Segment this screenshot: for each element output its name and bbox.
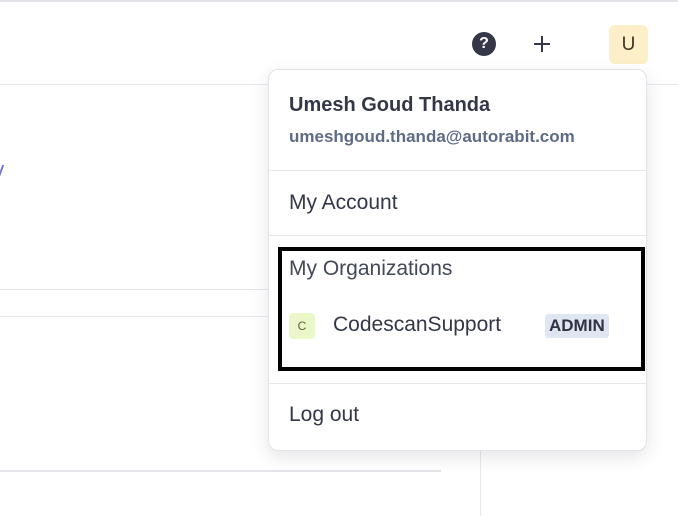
add-button[interactable]	[528, 31, 556, 57]
background-divider	[480, 450, 481, 516]
app-page: ? U Umesh Goud Thanda umeshgoud.thanda@a…	[0, 0, 678, 516]
background-divider	[0, 470, 441, 472]
help-button[interactable]: ?	[472, 32, 496, 56]
organization-avatar: C	[289, 313, 315, 339]
user-avatar-button[interactable]: U	[609, 25, 648, 64]
menu-divider	[269, 383, 646, 384]
user-menu-dropdown: Umesh Goud Thanda umeshgoud.thanda@autor…	[268, 69, 647, 451]
log-out-menu-item[interactable]: Log out	[289, 403, 359, 427]
background-content-mark	[0, 165, 5, 177]
menu-divider	[269, 170, 646, 171]
user-email: umeshgoud.thanda@autorabit.com	[289, 127, 575, 146]
my-account-menu-item[interactable]: My Account	[289, 191, 398, 215]
plus-icon	[534, 36, 550, 52]
organization-initial: C	[297, 319, 307, 333]
my-organizations-heading: My Organizations	[289, 257, 453, 280]
user-name: Umesh Goud Thanda	[289, 94, 491, 116]
organization-name: CodescanSupport	[333, 313, 502, 336]
role-badge: ADMIN	[545, 314, 609, 338]
menu-divider	[269, 235, 646, 236]
organization-item-codescansupport[interactable]: C CodescanSupport ADMIN	[289, 310, 629, 342]
avatar-initial: U	[621, 33, 636, 55]
help-circle-icon: ?	[479, 35, 489, 52]
